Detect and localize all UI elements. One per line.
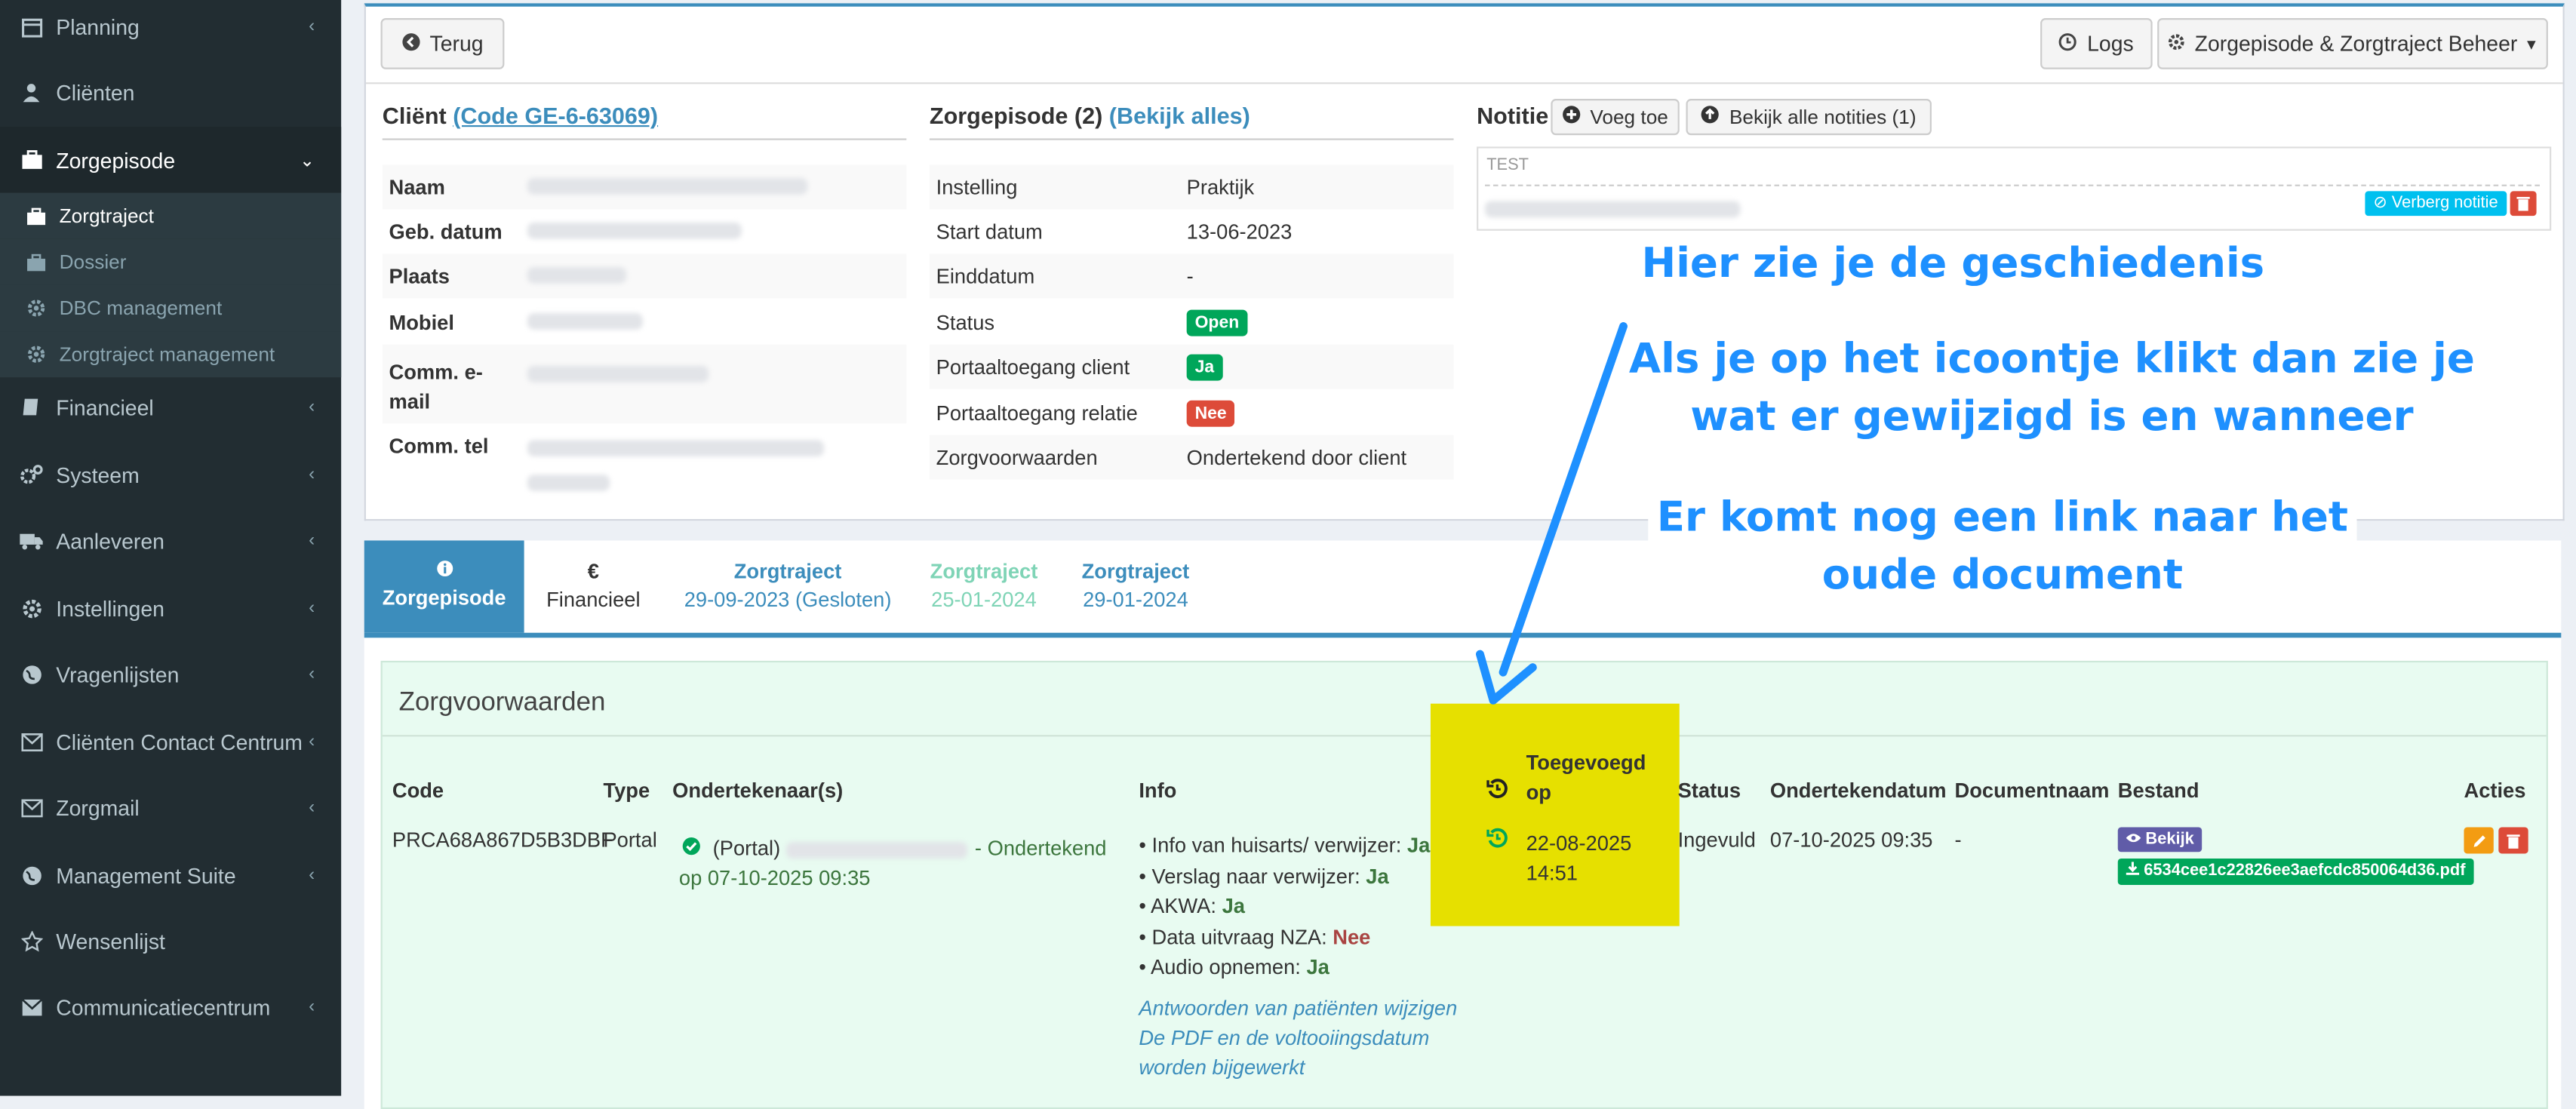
annotation-arrow <box>1476 322 1628 705</box>
arrow-shaft <box>1499 322 1628 677</box>
